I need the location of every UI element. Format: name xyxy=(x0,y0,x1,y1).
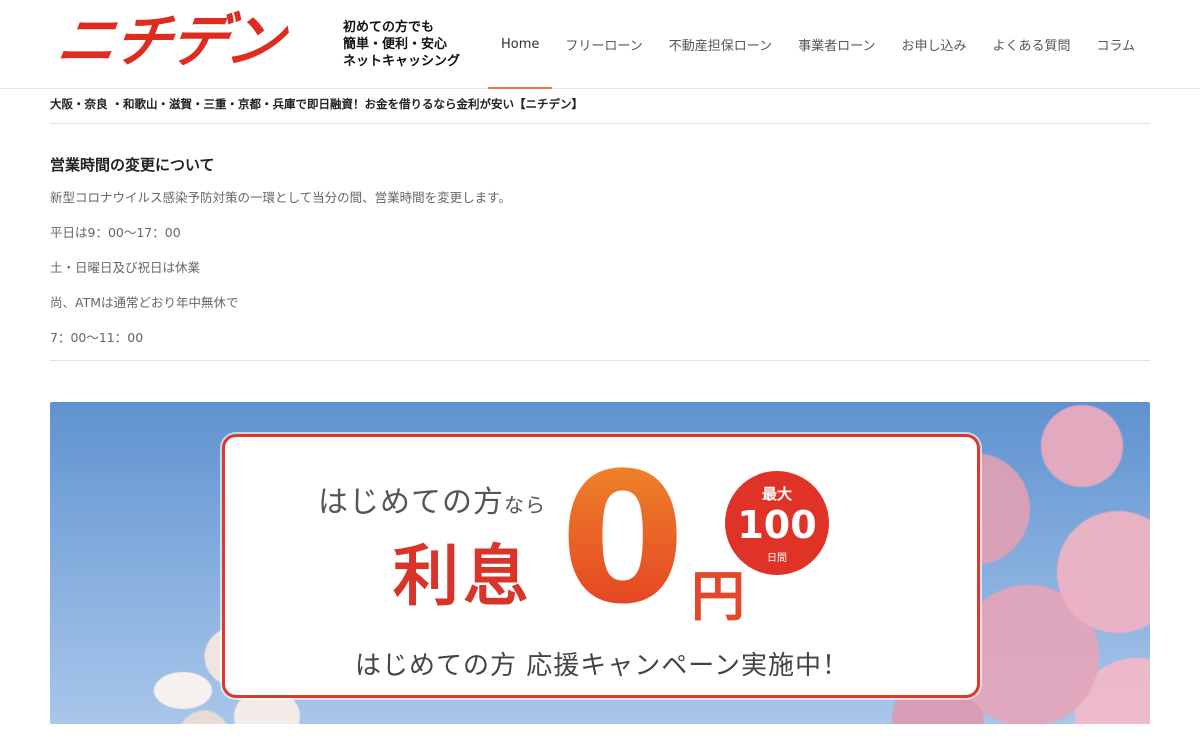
nav-faq[interactable]: よくある質問 xyxy=(979,0,1083,88)
site-logo[interactable]: ニチデン xyxy=(53,7,338,76)
badge-unit: 日間 xyxy=(767,553,787,564)
campaign-heading-suffix: なら xyxy=(504,493,546,517)
notice-line: 尚、ATMは通常どおり年中無休で xyxy=(50,295,239,310)
tagline-line: 初めての方でも xyxy=(343,20,435,35)
site-header: ニチデン 初めての方でも 簡単・便利・安心 ネットキャッシング Home フリー… xyxy=(0,0,1200,89)
tagline-line: 簡単・便利・安心 xyxy=(343,37,448,52)
notice-section: 営業時間の変更について 新型コロナウイルス感染予防対策の一環として当分の間、営業… xyxy=(50,150,1150,364)
zero-amount: 0 xyxy=(560,435,686,644)
nav-free-loan[interactable]: フリーローン xyxy=(552,0,655,88)
campaign-subheading: はじめての方 応援キャンペーン実施中！ xyxy=(355,651,849,681)
campaign-heading-main: はじめての方 xyxy=(318,485,504,520)
main-nav: Home フリーローン 不動産担保ローン 事業者ローン お申し込み よくある質問… xyxy=(488,0,1149,89)
nav-home[interactable]: Home xyxy=(488,0,553,89)
notice-line: 新型コロナウイルス感染予防対策の一環として当分の間、営業時間を変更します。 xyxy=(50,190,511,205)
notice-line: 7：00～11：00 xyxy=(50,330,144,345)
nav-real-estate-loan[interactable]: 不動産担保ローン xyxy=(656,0,785,88)
notice-line: 土・日曜日及び祝日は休業 xyxy=(50,260,201,275)
interest-label: 利息 xyxy=(393,538,533,615)
tagline: 初めての方でも 簡単・便利・安心 ネットキャッシング xyxy=(343,19,483,70)
divider xyxy=(50,360,1150,361)
notice-line: 平日は9：00～17：00 xyxy=(50,225,181,240)
yen-label: 円 xyxy=(691,565,745,628)
campaign-heading: はじめての方なら xyxy=(318,477,546,521)
campaign-panel: はじめての方なら 利息 0 円 最大 100 日間 はじめての方 応援キャンペー… xyxy=(222,434,980,698)
notice-title: 営業時間の変更について xyxy=(50,156,215,174)
campaign-banner[interactable]: はじめての方なら 利息 0 円 最大 100 日間 はじめての方 応援キャンペー… xyxy=(50,402,1150,724)
badge-top-text: 最大 xyxy=(761,485,792,503)
tagline-line: ネットキャッシング xyxy=(343,54,461,69)
nav-business-loan[interactable]: 事業者ローン xyxy=(785,0,888,88)
logo-text: ニチデン xyxy=(53,7,287,75)
site-description: 大阪・奈良 ・和歌山・滋賀・三重・京都・兵庫で即日融資！お金を借りるなら金利が安… xyxy=(50,96,1150,124)
max-days-badge: 最大 100 日間 xyxy=(725,471,829,575)
nav-apply[interactable]: お申し込み xyxy=(888,0,979,88)
badge-number: 100 xyxy=(737,503,817,547)
nav-column[interactable]: コラム xyxy=(1084,0,1149,88)
